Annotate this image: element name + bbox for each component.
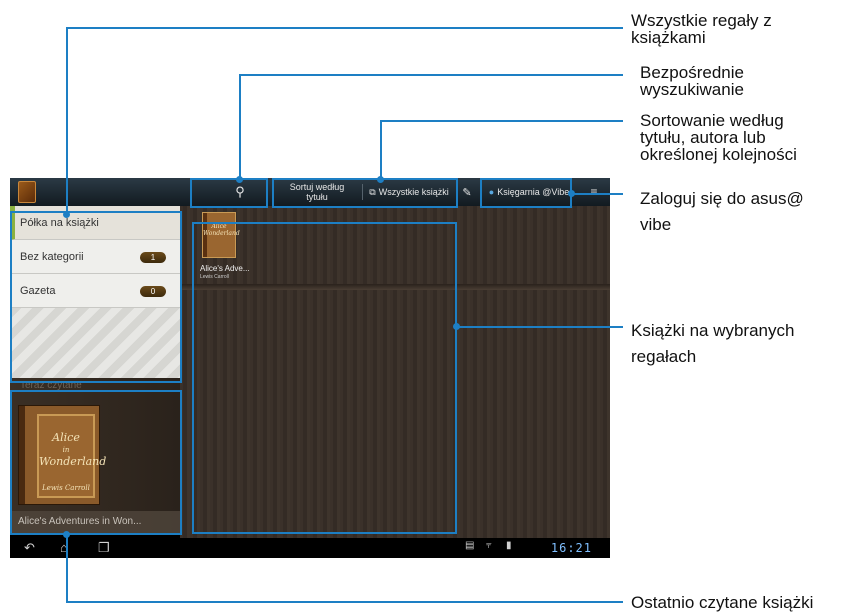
usb-icon: ⫧ — [486, 540, 492, 551]
callout-line — [66, 601, 623, 603]
callout-box-recent — [10, 390, 182, 535]
annotation-line: Zaloguj się do asus@ — [640, 189, 804, 208]
annotation-line: książkami — [631, 28, 706, 47]
callout-line — [239, 74, 241, 180]
annotation-line: Bezpośrednie — [640, 63, 744, 82]
callout-dot — [236, 176, 243, 183]
callout-line — [239, 74, 623, 76]
edit-button[interactable]: ✎ — [456, 178, 478, 206]
annotation-line: Sortowanie według — [640, 111, 784, 130]
annotation-line: tytułu, autora lub — [640, 128, 766, 147]
callout-line — [457, 326, 623, 328]
callout-box-sort — [272, 178, 458, 208]
annotation-line: określonej kolejności — [640, 145, 797, 164]
system-nav-bar: ↶ ⌂ ❐ ▤ ⫧ ▮ 16:21 — [10, 538, 610, 558]
annotation-search: Bezpośrednie wyszukiwanie — [640, 64, 744, 98]
callout-line — [380, 120, 382, 180]
callout-box-store — [480, 178, 572, 208]
annotation-line: Ostatnio czytane książki — [631, 593, 814, 612]
callout-dot — [453, 323, 460, 330]
callout-dot — [63, 211, 70, 218]
annotation-line: Książki na wybranych — [631, 321, 795, 340]
callout-line — [572, 193, 623, 195]
callout-dot — [568, 190, 575, 197]
annotation-books-on-shelves: Książki na wybranych regałach — [631, 318, 794, 370]
callout-box-books — [192, 222, 457, 534]
callout-box-shelves — [10, 211, 182, 383]
callout-line — [66, 27, 68, 215]
annotation-sort: Sortowanie według tytułu, autora lub okr… — [640, 112, 797, 163]
back-icon[interactable]: ↶ — [24, 540, 35, 556]
recent-apps-icon[interactable]: ❐ — [98, 540, 110, 556]
callout-dot — [377, 176, 384, 183]
callout-line — [66, 535, 68, 602]
pencil-icon: ✎ — [462, 186, 472, 199]
callout-line — [66, 27, 623, 29]
annotation-line: regałach — [631, 347, 697, 366]
annotation-all-shelves: Wszystkie regały z książkami — [631, 12, 772, 46]
app-book-icon[interactable] — [18, 181, 36, 203]
menu-icon: ≡ — [590, 185, 598, 199]
annotation-recent: Ostatnio czytane książki — [631, 594, 813, 611]
annotation-line: vibe — [640, 215, 672, 234]
callout-dot — [63, 531, 70, 538]
notification-icon[interactable]: ▤ — [465, 540, 474, 551]
annotation-login: Zaloguj się do asus@ vibe — [640, 186, 804, 238]
callout-box-search — [190, 178, 268, 208]
annotation-line: wyszukiwanie — [640, 80, 744, 99]
sd-card-icon: ▮ — [506, 540, 512, 551]
callout-line — [380, 120, 623, 122]
annotation-line: Wszystkie regały z — [631, 11, 772, 30]
clock: 16:21 — [550, 541, 592, 555]
menu-button[interactable]: ≡ — [584, 178, 604, 206]
